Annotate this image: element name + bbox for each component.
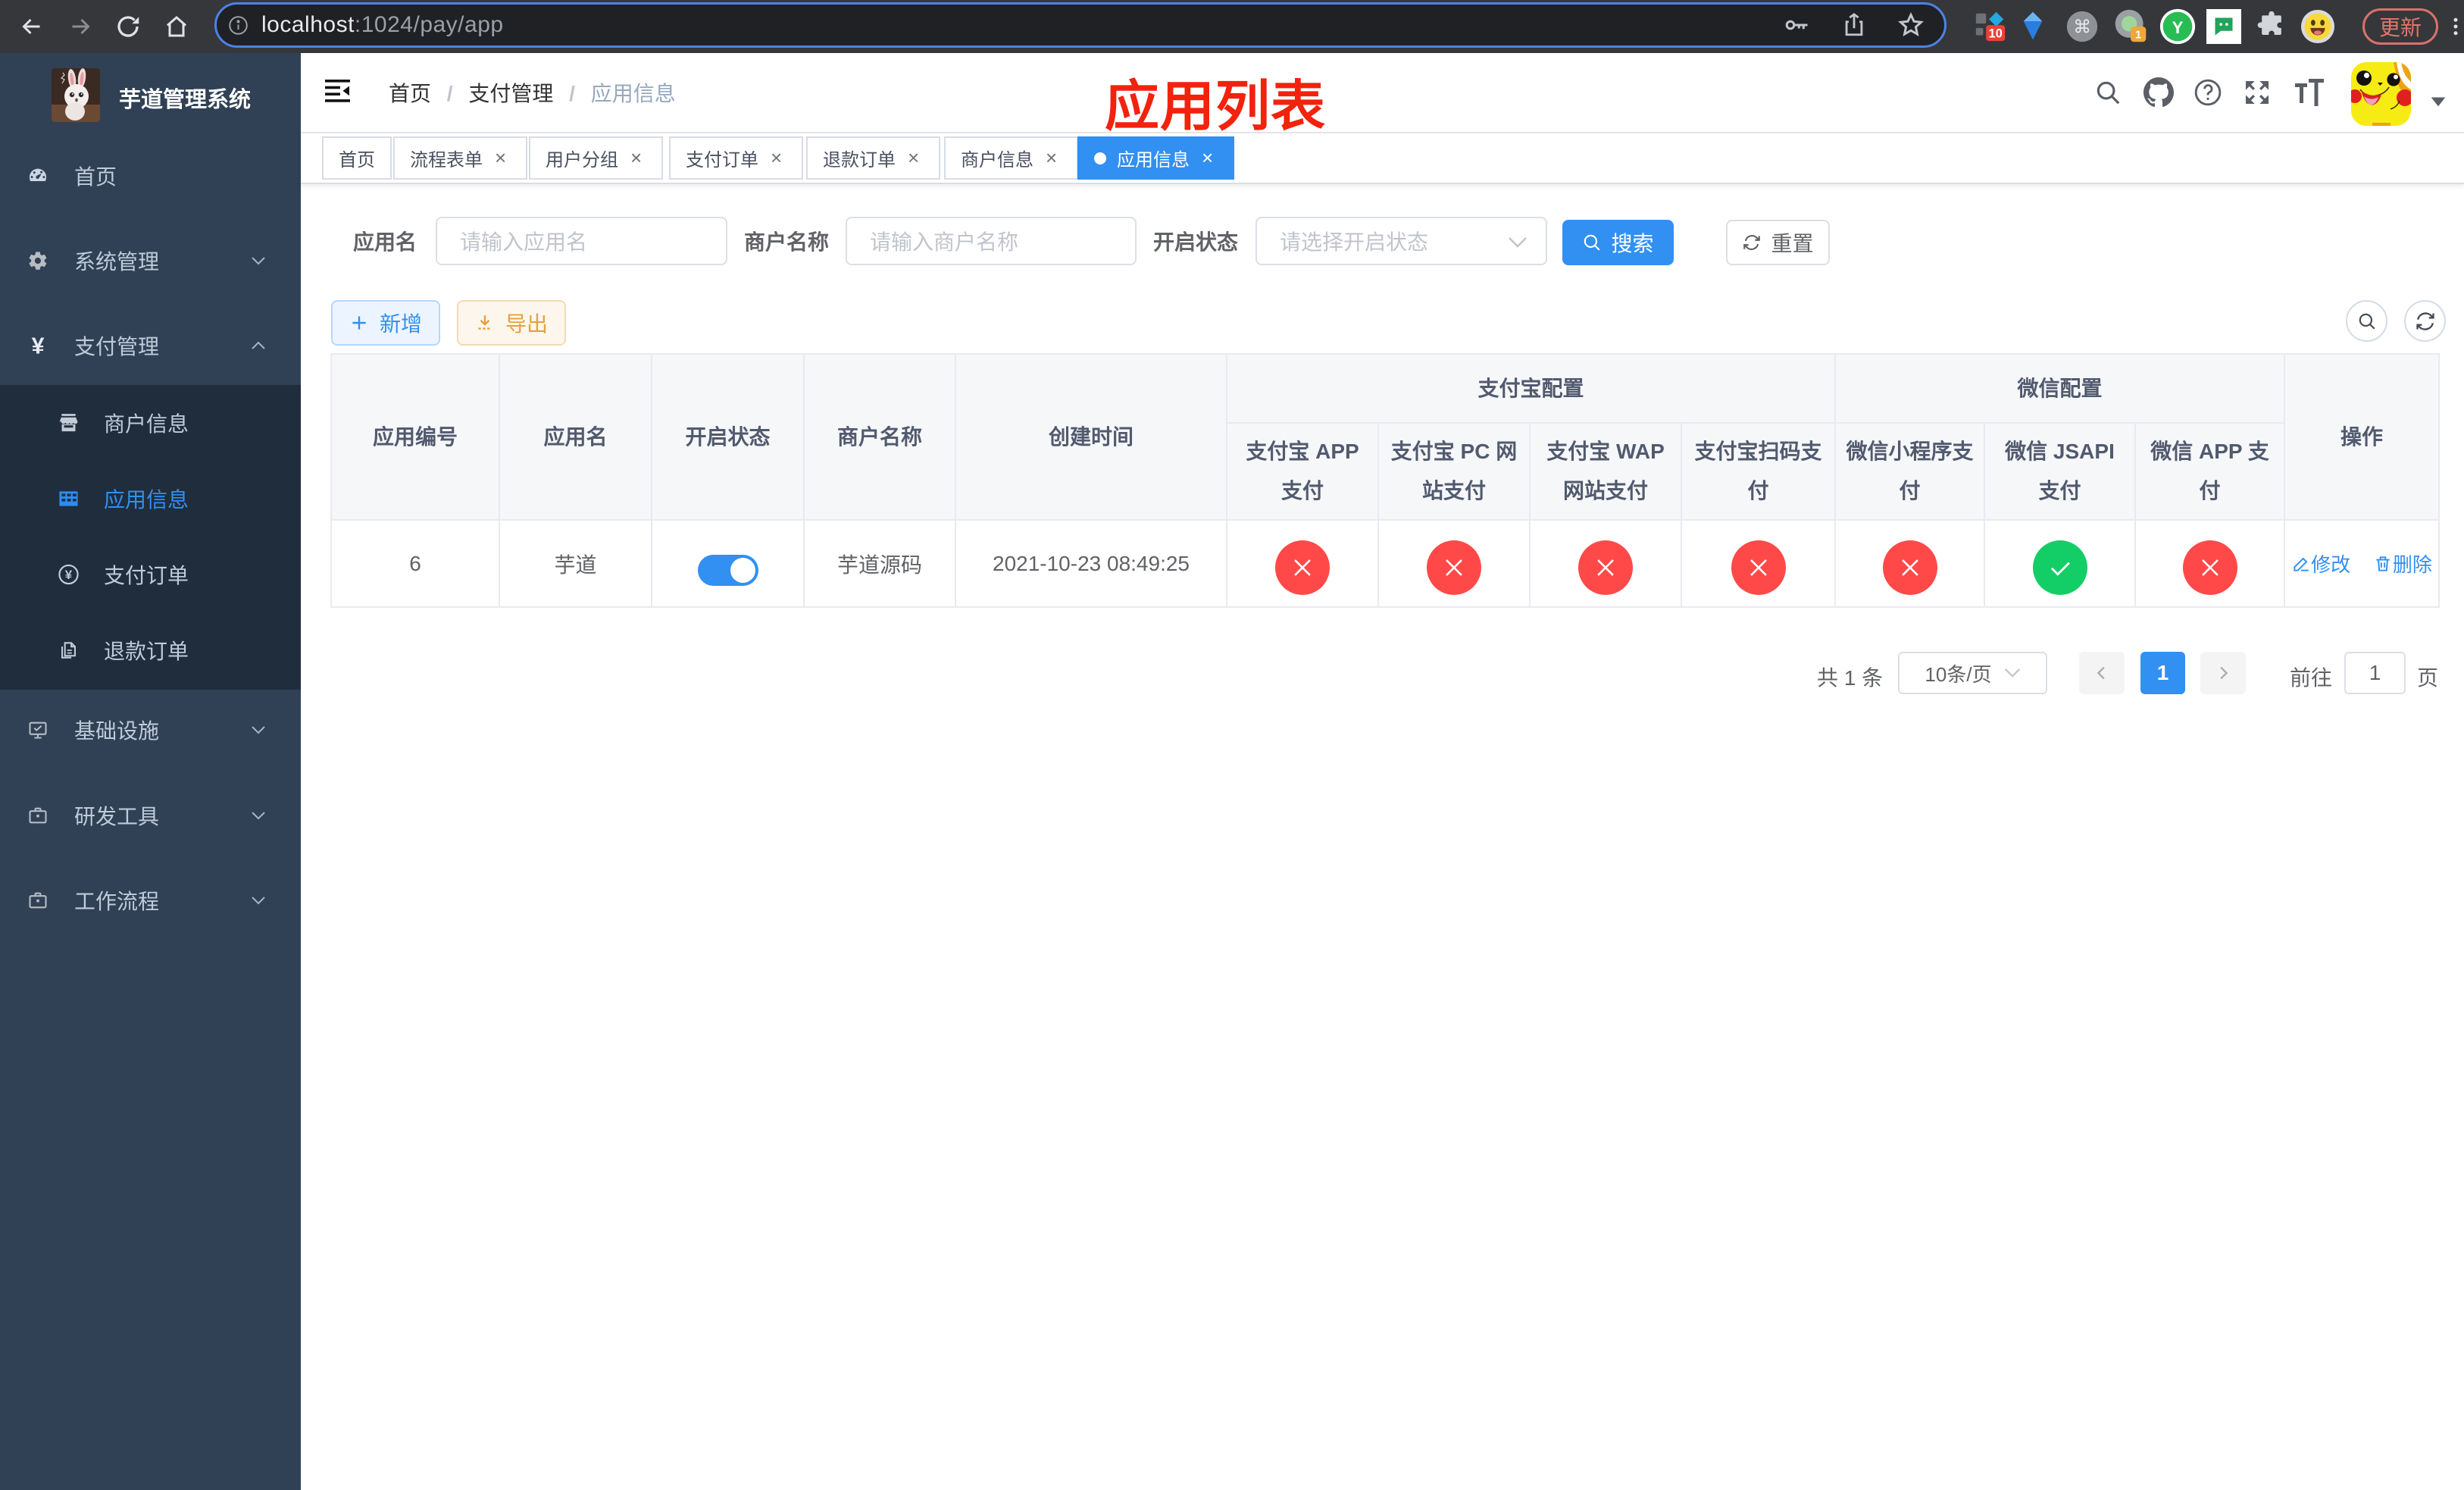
svg-text:¥: ¥ bbox=[65, 568, 73, 582]
svg-text:10: 10 bbox=[1989, 27, 2003, 40]
svg-text:1: 1 bbox=[2135, 30, 2141, 42]
svg-text:¥: ¥ bbox=[32, 335, 45, 356]
svg-text:Y: Y bbox=[2172, 18, 2184, 37]
svg-text:⌘: ⌘ bbox=[2073, 17, 2091, 37]
